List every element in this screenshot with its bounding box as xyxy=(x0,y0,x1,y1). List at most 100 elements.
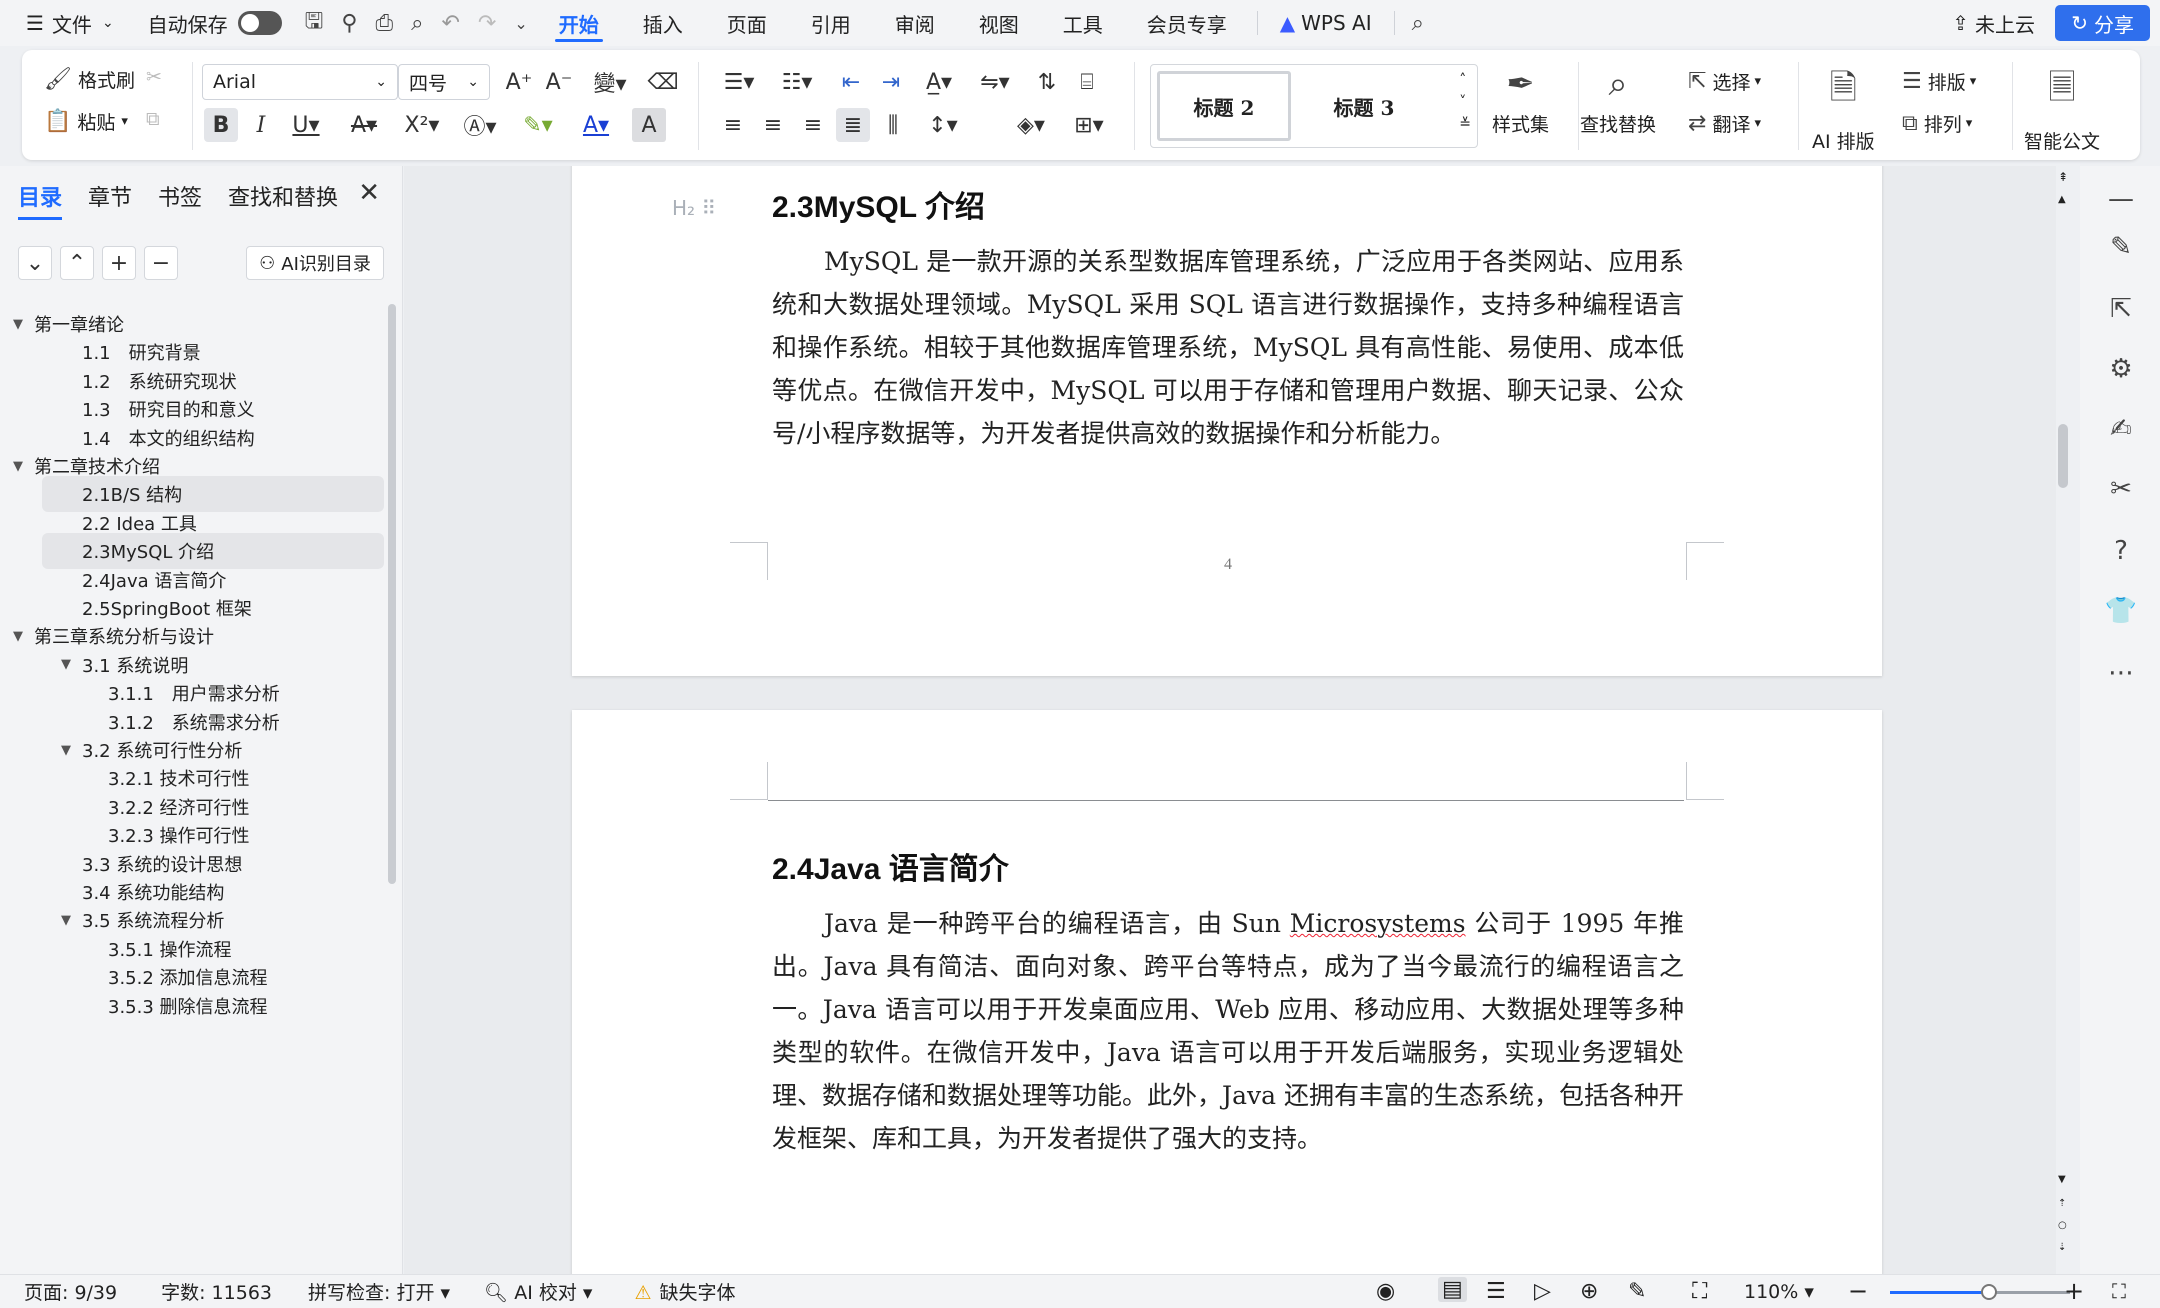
ai-toc-button[interactable]: ⚇ AI识别目录 xyxy=(246,246,384,280)
align-right-icon[interactable]: ≡ xyxy=(796,108,830,142)
expand-caret-icon[interactable]: ▼ xyxy=(58,913,74,928)
sliders-icon[interactable]: ⚙ xyxy=(2104,352,2138,386)
tab-home[interactable]: 开始 xyxy=(537,0,621,46)
tab-insert[interactable]: 插入 xyxy=(621,0,705,46)
close-icon[interactable]: ✕ xyxy=(358,178,380,208)
link-icon[interactable]: ⚲ xyxy=(332,11,366,36)
section-heading[interactable]: 2.4Java 语言简介 xyxy=(772,844,1009,888)
decrease-indent-icon[interactable]: ⇤ xyxy=(834,65,868,99)
tab-review[interactable]: 审阅 xyxy=(873,0,957,46)
line-spacing-icon[interactable]: ↕▾ xyxy=(920,108,966,142)
fullscreen-icon[interactable]: ⛶ xyxy=(2112,1279,2126,1303)
tools-icon[interactable]: ✂ xyxy=(2104,472,2138,506)
collapse-down-icon[interactable]: ⌄ xyxy=(18,246,52,280)
collapse-up-icon[interactable]: ⌃ xyxy=(60,246,94,280)
prev-page-icon[interactable]: ⇡ xyxy=(2058,1198,2066,1209)
zoom-in-icon[interactable]: + xyxy=(2064,1277,2084,1305)
paste-button[interactable]: 📋 粘贴 ▾ xyxy=(44,108,128,135)
increase-indent-icon[interactable]: ⇥ xyxy=(874,65,908,99)
outline-view-icon[interactable]: ☰ xyxy=(1486,1279,1506,1304)
scroll-top-icon[interactable]: ⇞ xyxy=(2058,170,2068,184)
spelling-error-word[interactable]: Microsystems xyxy=(1290,909,1466,938)
browse-object-icon[interactable]: ○ xyxy=(2058,1220,2067,1231)
more-chevron-icon[interactable]: ⌄ xyxy=(505,14,536,33)
shading-icon[interactable]: ◈▾ xyxy=(1008,108,1054,142)
gallery-scroll-icon[interactable]: ˄ ˅ ≚ xyxy=(1459,69,1471,135)
scrollbar-thumb[interactable] xyxy=(2058,424,2068,488)
justify-icon[interactable]: ≣ xyxy=(836,108,870,142)
word-count[interactable]: 字数: 11563 xyxy=(161,1278,272,1305)
redo-icon[interactable]: ↷ xyxy=(469,11,505,36)
style-set-button[interactable]: ✒ 样式集 xyxy=(1492,64,1549,137)
section-heading[interactable]: 2.3MySQL 介绍 xyxy=(772,182,985,226)
zoom-slider-knob[interactable] xyxy=(1981,1284,1997,1300)
strikethrough-icon[interactable]: A▾ xyxy=(342,108,386,142)
distributed-icon[interactable]: ⫼ xyxy=(876,108,910,142)
toggle-switch[interactable] xyxy=(237,11,282,35)
body-paragraph[interactable]: MySQL 是一款开源的关系型数据库管理系统，广泛应用于各类网站、应用系统和大数… xyxy=(772,240,1684,455)
document-scrollbar[interactable]: ⇞ ▲ ▼ ⇡ ○ ⇣ xyxy=(2058,166,2070,1274)
text-direction-icon[interactable]: A̲▾ xyxy=(916,65,962,99)
translate-button[interactable]: ⇄ 翻译 ▾ xyxy=(1688,110,1761,137)
expand-caret-icon[interactable]: ▼ xyxy=(10,629,26,644)
zoom-level-select[interactable]: 110% ▾ xyxy=(1744,1281,1814,1303)
tab-references[interactable]: 引用 xyxy=(789,0,873,46)
convert-icon[interactable]: ⇋▾ xyxy=(972,65,1018,99)
show-marks-icon[interactable]: ⌸ xyxy=(1070,65,1104,99)
page-view-icon[interactable]: ▤ xyxy=(1438,1277,1467,1302)
fit-page-icon[interactable]: ⛶ xyxy=(1692,1279,1707,1304)
tab-page[interactable]: 页面 xyxy=(705,0,789,46)
file-menu[interactable]: ☰ 文件 ⌄ xyxy=(0,0,128,46)
align-left-icon[interactable]: ≡ xyxy=(716,108,750,142)
phonetic-guide-icon[interactable]: 變▾ xyxy=(586,65,634,99)
pen-icon[interactable]: ✎ xyxy=(2104,230,2138,264)
share-button[interactable]: ↻ 分享 xyxy=(2055,5,2150,41)
autosave-toggle[interactable]: 自动保存 xyxy=(128,0,296,46)
wps-ai-button[interactable]: ▲ WPS AI xyxy=(1266,0,1386,46)
skin-icon[interactable]: 👕 xyxy=(2104,594,2138,628)
tab-tools[interactable]: 工具 xyxy=(1041,0,1125,46)
print-preview-icon[interactable]: ⌕ xyxy=(402,11,432,36)
superscript-icon[interactable]: X²▾ xyxy=(400,108,444,142)
tab-member[interactable]: 会员专享 xyxy=(1125,0,1249,46)
toc-item[interactable]: 3.5.3 删除信息流程 xyxy=(0,988,390,1024)
search-icon[interactable]: ⌕ xyxy=(1403,11,1433,36)
ai-write-icon[interactable]: ✍ xyxy=(2104,412,2138,446)
save-icon[interactable]: 🖫 xyxy=(296,4,333,42)
cut-icon[interactable]: ✂ xyxy=(146,66,162,88)
find-replace-button[interactable]: ⌕ 查找替换 xyxy=(1580,64,1656,137)
zoom-slider[interactable] xyxy=(1890,1284,2070,1300)
numbered-list-icon[interactable]: ☷▾ xyxy=(774,65,820,99)
print-icon[interactable]: ⎙ xyxy=(367,11,403,36)
write-mode-icon[interactable]: ✎ xyxy=(1628,1279,1646,1304)
ai-check-button[interactable]: 🔍︎ AI 校对 ▾ xyxy=(484,1278,592,1305)
undo-icon[interactable]: ↶ xyxy=(432,11,468,36)
cloud-status-button[interactable]: ⇪ 未上云 xyxy=(1952,5,2035,41)
style-heading-2[interactable]: 标题 2 xyxy=(1157,71,1291,141)
nav-scrollbar[interactable] xyxy=(388,304,396,884)
sort-icon[interactable]: ⇅ xyxy=(1030,65,1064,99)
copy-icon[interactable]: ⧉ xyxy=(146,108,160,130)
scroll-up-icon[interactable]: ▲ xyxy=(2058,194,2066,205)
shrink-font-icon[interactable]: A⁻ xyxy=(542,65,576,99)
help-icon[interactable]: ? xyxy=(2104,534,2138,568)
bold-icon[interactable]: B xyxy=(204,108,238,142)
text-effect-icon[interactable]: Ⓐ▾ xyxy=(458,108,502,142)
clear-format-icon[interactable]: ⌫ xyxy=(646,65,680,99)
nav-tab-bookmarks[interactable]: 书签 xyxy=(158,180,202,212)
nav-tab-find-replace[interactable]: 查找和替换 xyxy=(228,180,338,212)
borders-icon[interactable]: ⊞▾ xyxy=(1066,108,1112,142)
select-button[interactable]: ⇱ 选择 ▾ xyxy=(1688,68,1761,95)
align-center-icon[interactable]: ≡ xyxy=(756,108,790,142)
expand-caret-icon[interactable]: ▼ xyxy=(10,317,26,332)
arrange-button[interactable]: ⧉ 排列 ▾ xyxy=(1902,110,1972,137)
ai-layout-button[interactable]: 🗎 AI 排版 xyxy=(1812,64,1875,154)
char-shading-icon[interactable]: A xyxy=(632,108,666,142)
grow-font-icon[interactable]: A⁺ xyxy=(502,65,536,99)
eye-protection-icon[interactable]: ◉ xyxy=(1376,1279,1395,1304)
expand-caret-icon[interactable]: ▼ xyxy=(10,459,26,474)
expand-caret-icon[interactable]: ▼ xyxy=(58,743,74,758)
underline-icon[interactable]: U▾ xyxy=(284,108,328,142)
nav-tab-chapters[interactable]: 章节 xyxy=(88,180,132,212)
web-view-icon[interactable]: ⊕ xyxy=(1580,1279,1598,1304)
